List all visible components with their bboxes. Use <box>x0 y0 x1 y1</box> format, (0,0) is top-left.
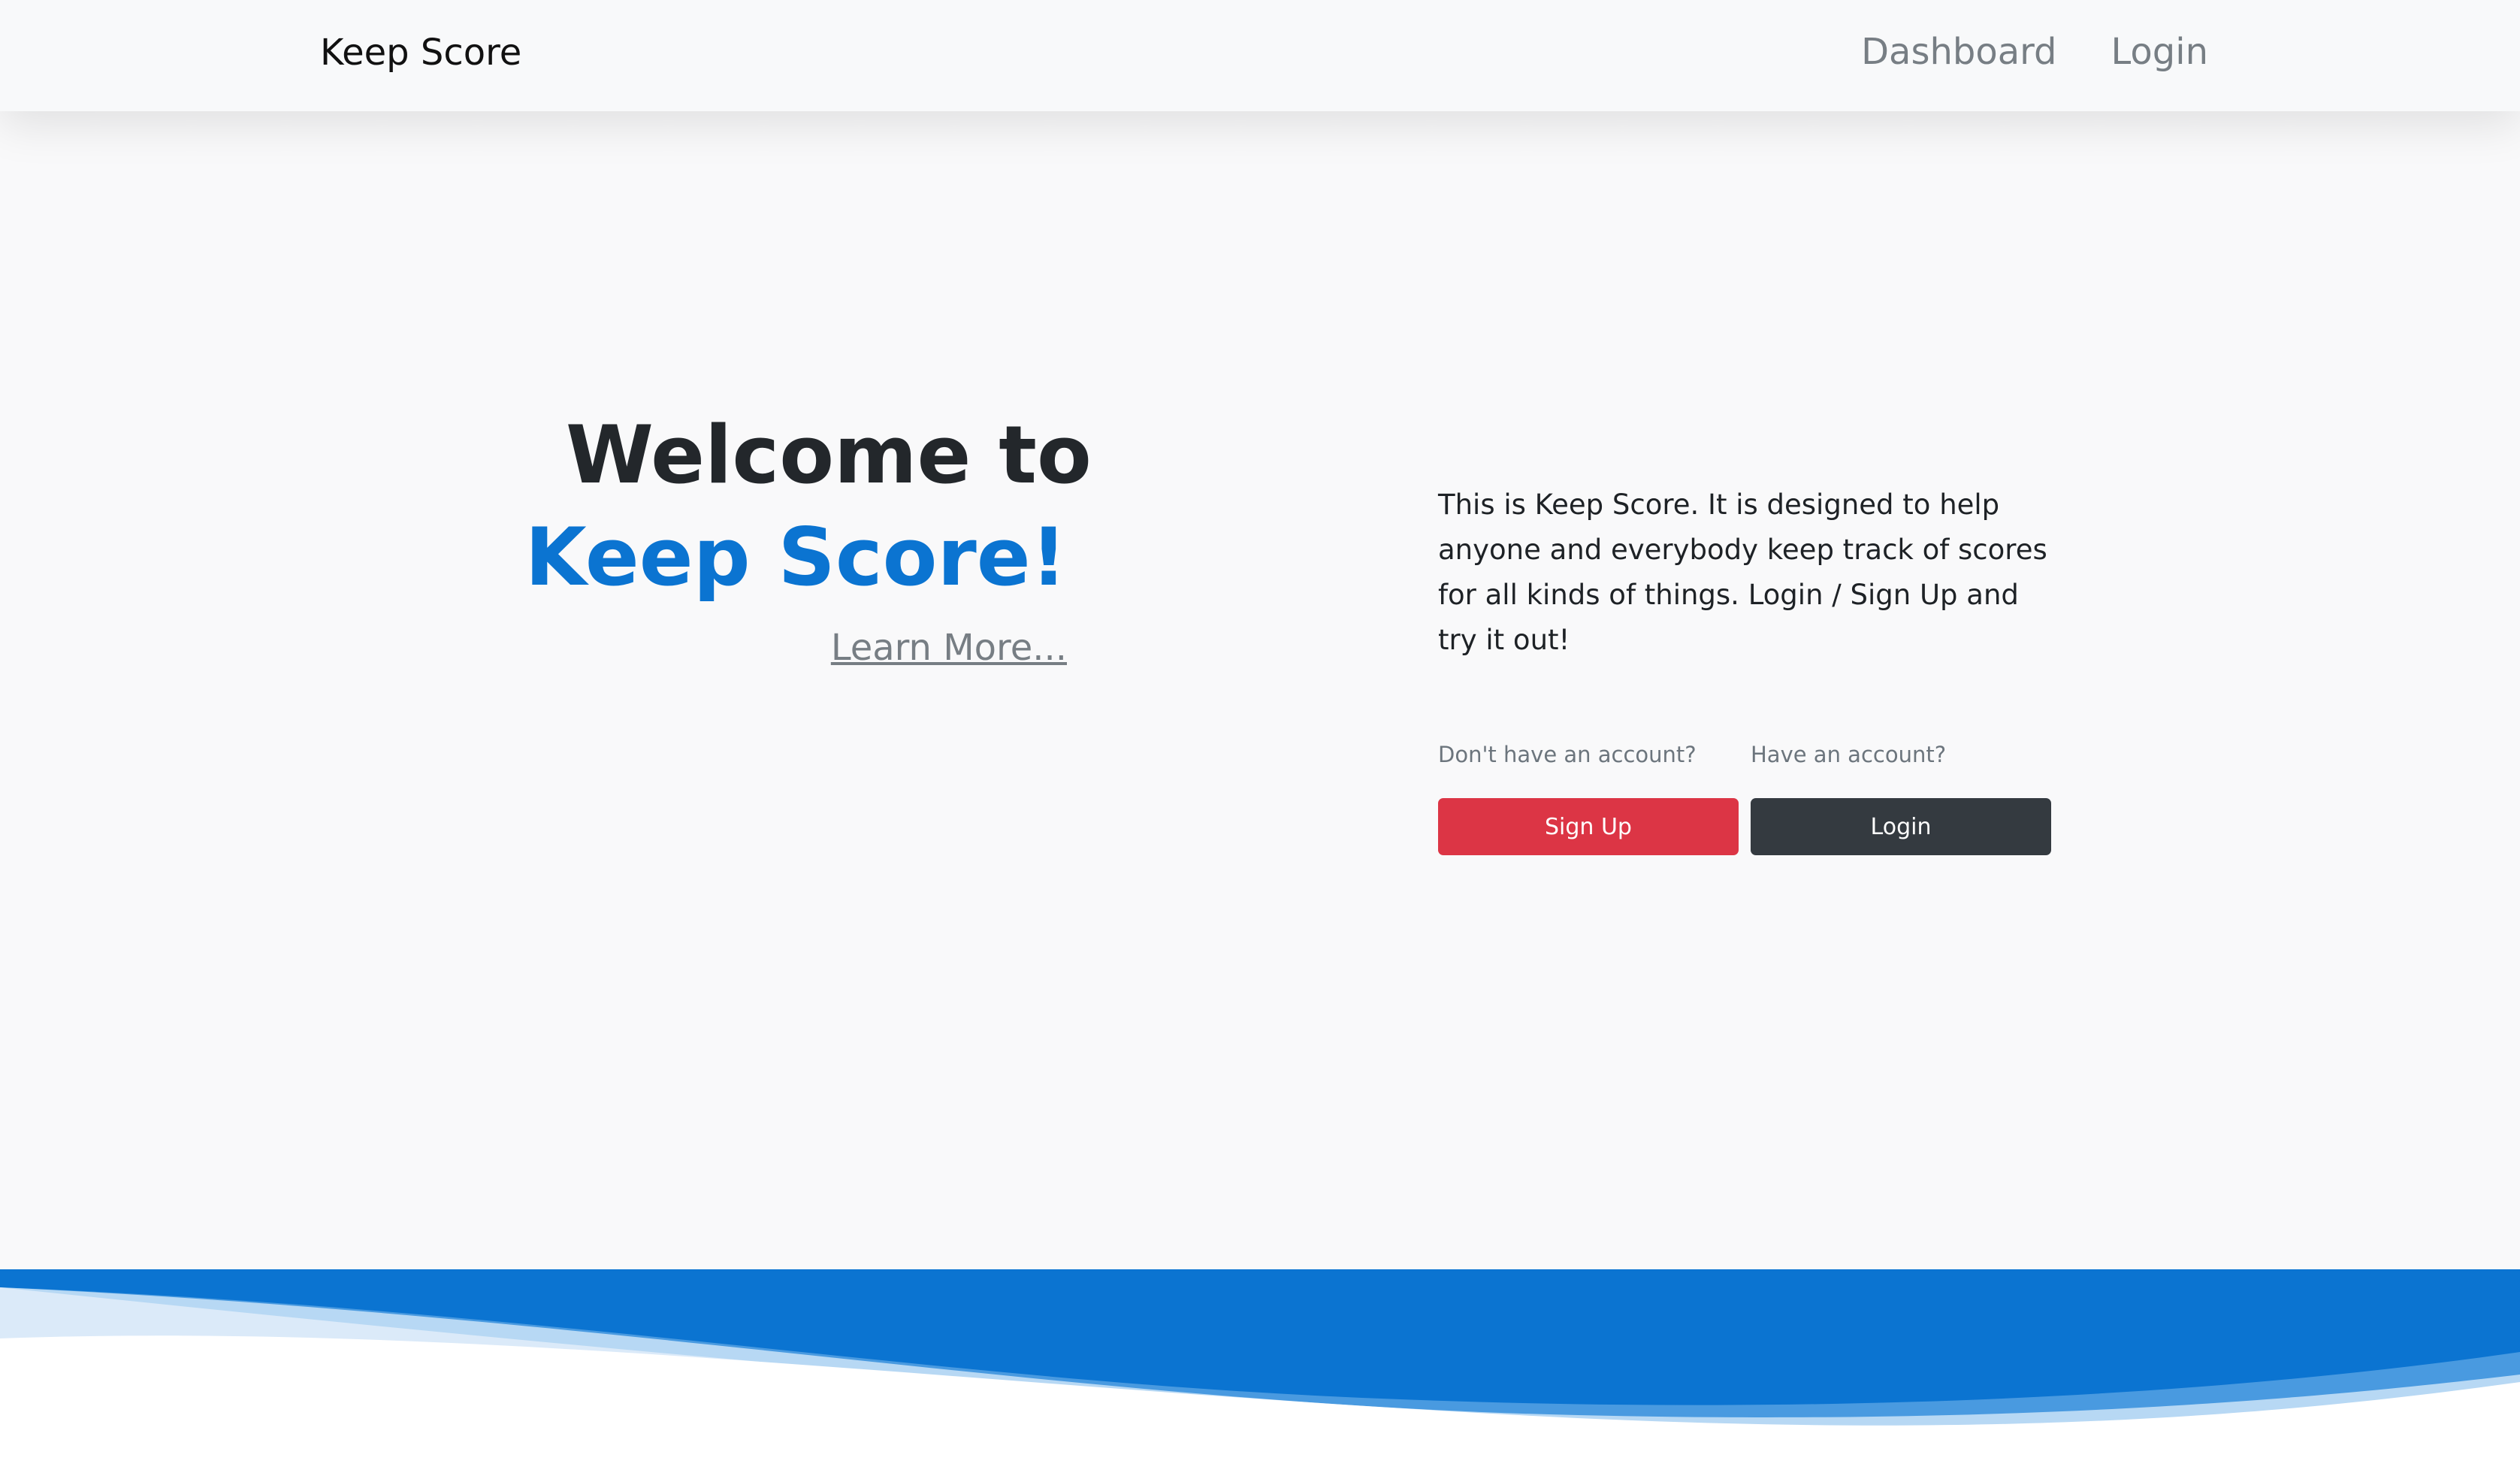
account-actions: Don't have an account? Sign Up Have an a… <box>1438 738 2062 855</box>
login-prompt: Have an account? <box>1751 742 1947 767</box>
welcome-text: Welcome to <box>566 409 1092 501</box>
signup-column: Don't have an account? Sign Up <box>1438 738 1739 855</box>
intro-description: This is Keep Score. It is designed to he… <box>1438 488 2047 656</box>
top-navbar: Keep Score Dashboard Login <box>0 0 2520 111</box>
nav-link-login[interactable]: Login <box>2111 27 2209 77</box>
nav-links: Dashboard Login <box>1861 27 2208 77</box>
nav-link-dashboard[interactable]: Dashboard <box>1861 27 2056 77</box>
page: Keep Score Dashboard Login Welcome to Ke… <box>0 0 2520 1482</box>
intro-panel: This is Keep Score. It is designed to he… <box>1438 482 2062 855</box>
learn-more-link[interactable]: Learn More... <box>831 625 1067 670</box>
brand-link[interactable]: Keep Score <box>320 29 521 77</box>
app-name-heading: Keep Score! <box>524 511 1067 603</box>
hero-heading: Welcome to Keep Score! Learn More... <box>481 406 1092 670</box>
signup-button[interactable]: Sign Up <box>1438 798 1739 855</box>
signup-prompt: Don't have an account? <box>1438 742 1697 767</box>
login-button[interactable]: Login <box>1751 798 2051 855</box>
wave-footer <box>0 1269 2520 1482</box>
login-column: Have an account? Login <box>1751 738 2051 855</box>
